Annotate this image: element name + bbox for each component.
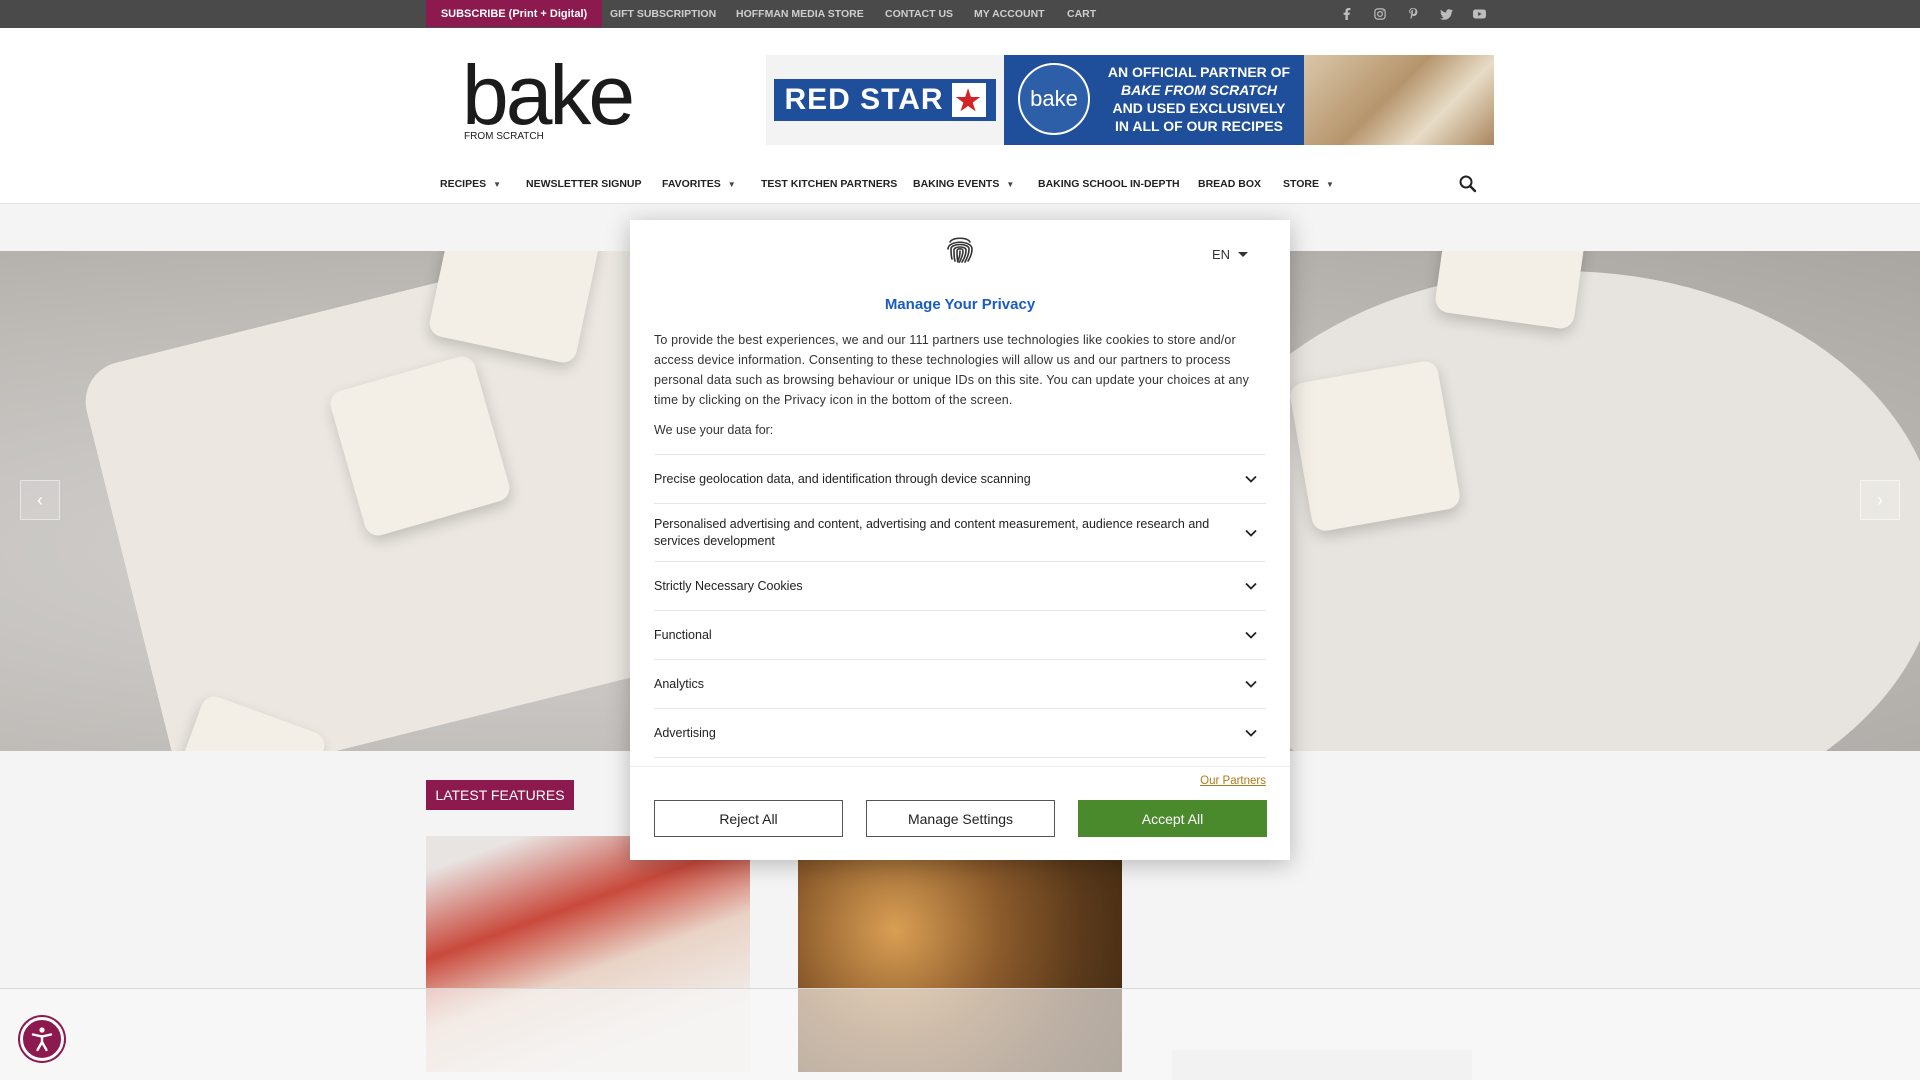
slider-next-button[interactable]: › [1860,480,1900,520]
nav-item-baking-school[interactable]: BAKING SCHOOL IN-DEPTH [1038,166,1180,202]
official-partner-ad: bake AN OFFICIAL PARTNER OF BAKE FROM SC… [1004,55,1304,145]
nav-item-recipes[interactable]: RECIPES ▼ [440,166,501,202]
purpose-geolocation[interactable]: Precise geolocation data, and identifica… [654,455,1266,504]
slider-prev-button[interactable]: ‹ [20,480,60,520]
my-account-link[interactable]: MY ACCOUNT [974,0,1045,27]
chevron-down-icon [1245,582,1257,590]
gift-subscription-link[interactable]: GIFT SUBSCRIPTION [610,0,716,27]
accessibility-icon[interactable] [20,1017,64,1061]
chevron-down-icon: ▼ [493,179,502,189]
reject-all-button[interactable]: Reject All [654,800,843,837]
logo-word: bake [462,48,635,142]
our-partners-link[interactable]: Our Partners [630,775,1266,787]
nav-item-test-kitchen-partners[interactable]: TEST KITCHEN PARTNERS [761,166,897,202]
partner-text: AN OFFICIAL PARTNER OF BAKE FROM SCRATCH… [1107,64,1291,134]
chevron-down-icon: ▼ [1325,179,1334,189]
chevron-down-icon [1245,680,1257,688]
privacy-modal: EN Manage Your Privacy To provide the be… [630,220,1290,860]
purpose-analytics[interactable]: Analytics [654,660,1266,709]
purpose-personalised-advertising[interactable]: Personalised advertising and content, ad… [654,504,1266,562]
nav-item-bread-box[interactable]: BREAD BOX [1198,166,1261,202]
chevron-down-icon [1245,475,1257,483]
red-star-ad: RED STAR ★ [766,55,1004,145]
logo-subtitle: FROM SCRATCH [464,131,544,142]
latest-features-label: LATEST FEATURES [426,780,574,810]
chevron-down-icon [1245,631,1257,639]
instagram-icon[interactable] [1372,6,1388,22]
caret-down-icon [1238,252,1249,257]
dotted-plate [1180,271,1920,751]
site-header: bake FROM SCRATCH RED STAR ★ bake AN OFFI… [0,28,1920,204]
top-bar: SUBSCRIBE (Print + Digital) GIFT SUBSCRI… [0,0,1920,28]
fingerprint-icon [943,232,977,266]
chevron-down-icon [1245,529,1257,537]
purpose-functional[interactable]: Functional [654,611,1266,660]
petit-four [1288,359,1462,533]
hoffman-media-store-link[interactable]: HOFFMAN MEDIA STORE [736,0,864,27]
red-star-brand: RED STAR [784,83,944,116]
modal-description: To provide the best experiences, we and … [654,333,1249,407]
modal-footer-divider [630,766,1290,767]
contact-us-link[interactable]: CONTACT US [885,0,953,27]
nav-item-store[interactable]: STORE ▼ [1283,166,1334,202]
accept-all-button[interactable]: Accept All [1078,800,1267,837]
bottom-sticky-bar [0,988,1920,1080]
cart-link[interactable]: CART [1067,0,1096,27]
facebook-icon[interactable] [1339,6,1355,22]
chevron-down-icon: ▼ [1006,179,1015,189]
nav-item-favorites[interactable]: FAVORITES ▼ [662,166,736,202]
language-select[interactable]: EN [1212,247,1249,262]
main-nav: RECIPES ▼ NEWSLETTER SIGNUP FAVORITES ▼ TE… [440,166,1480,202]
partner-ad-banner[interactable]: RED STAR ★ bake AN OFFICIAL PARTNER OF BA… [766,55,1494,145]
nav-item-baking-events[interactable]: BAKING EVENTS ▼ [913,166,1014,202]
manage-settings-button[interactable]: Manage Settings [866,800,1055,837]
modal-title: Manage Your Privacy [884,296,1036,313]
purpose-strictly-necessary[interactable]: Strictly Necessary Cookies [654,562,1266,611]
youtube-icon[interactable] [1471,6,1487,22]
purpose-advertising[interactable]: Advertising [654,709,1266,758]
subscribe-link[interactable]: SUBSCRIBE (Print + Digital) [426,0,602,27]
chevron-down-icon: ▼ [727,179,736,189]
pinterest-icon[interactable] [1405,6,1421,22]
nav-item-newsletter-signup[interactable]: NEWSLETTER SIGNUP [526,166,642,202]
site-logo[interactable]: bake FROM SCRATCH [462,53,642,148]
red-star-icon: ★ [951,83,986,117]
twitter-icon[interactable] [1438,6,1454,22]
chevron-down-icon [1245,729,1257,737]
pastry-image [1304,55,1494,145]
data-use-label: We use your data for: [654,423,774,437]
bake-seal: bake [1018,63,1090,135]
search-icon[interactable] [1458,174,1478,194]
purpose-list: Precise geolocation data, and identifica… [654,454,1266,770]
